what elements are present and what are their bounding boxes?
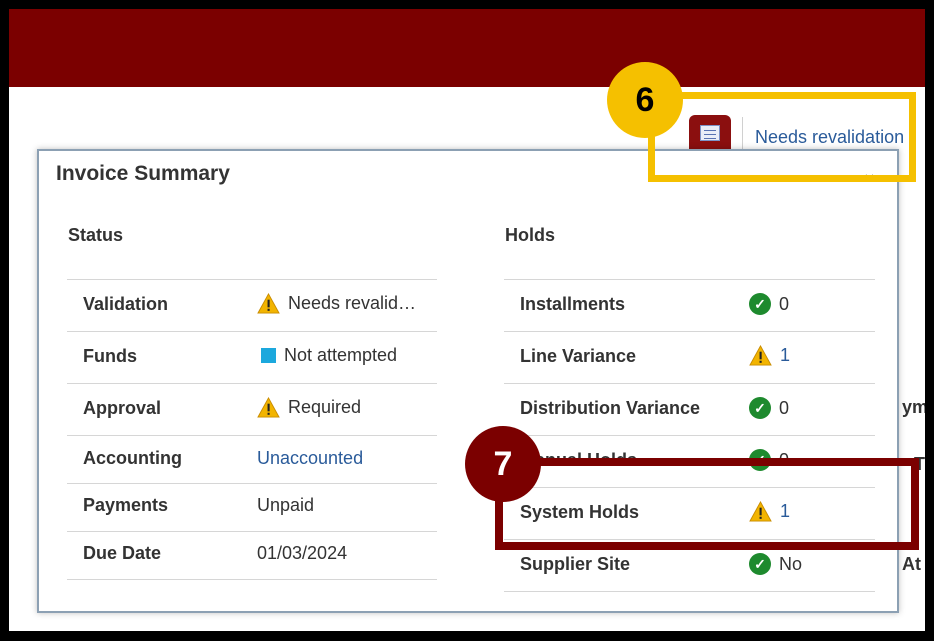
row-value: 01/03/2024: [257, 543, 348, 563]
panel-title: Invoice Summary: [56, 162, 230, 185]
row-value: No: [779, 553, 803, 574]
status-row-payments: Payments Unpaid: [67, 483, 437, 531]
status-row-accounting: Accounting Unaccounted: [67, 435, 437, 483]
holds-row-line-variance: Line Variance 1: [504, 331, 875, 383]
line-variance-count-link[interactable]: 1: [780, 345, 790, 366]
status-row-funds: Funds Not attempted: [67, 331, 437, 383]
divider: [67, 579, 437, 580]
row-label: Due Date: [83, 543, 162, 563]
side-label-fragment: ym: [902, 397, 925, 417]
row-label: Line Variance: [520, 346, 637, 366]
callout-marker: 6: [607, 62, 683, 138]
row-label: Approval: [83, 398, 162, 418]
divider: [504, 591, 875, 592]
warning-icon: [257, 397, 280, 418]
check-icon: ✓: [749, 293, 771, 315]
row-label: Payments: [83, 495, 169, 515]
status-row-validation: Validation Needs revalid…: [67, 279, 437, 331]
row-label: Funds: [83, 346, 137, 366]
row-value: Not attempted: [284, 345, 398, 365]
row-value: 0: [779, 397, 790, 418]
page: Needs revalidation ym T At Invoice Summa…: [9, 9, 925, 631]
status-heading: Status: [68, 225, 124, 245]
warning-icon: [749, 345, 772, 366]
status-row-due-date: Due Date 01/03/2024: [67, 531, 437, 579]
unaccounted-link[interactable]: Unaccounted: [257, 448, 363, 469]
row-value: Needs revalid…: [288, 293, 417, 313]
status-row-approval: Approval Required: [67, 383, 437, 435]
row-value: Required: [288, 397, 362, 417]
row-label: Accounting: [83, 448, 182, 468]
row-value: Unpaid: [257, 495, 315, 515]
square-icon: [261, 348, 276, 363]
holds-heading: Holds: [505, 225, 556, 245]
row-label: Validation: [83, 294, 169, 314]
row-label: Distribution Variance: [520, 398, 701, 418]
holds-row-distribution-variance: Distribution Variance ✓ 0: [504, 383, 875, 435]
check-icon: ✓: [749, 397, 771, 419]
row-label: Supplier Site: [520, 554, 631, 574]
row-label: Installments: [520, 294, 626, 314]
row-value: 0: [779, 293, 790, 314]
callout-highlight-box: [495, 458, 919, 550]
check-icon: ✓: [749, 553, 771, 575]
callout-marker: 7: [465, 426, 541, 502]
warning-icon: [257, 293, 280, 314]
side-label-fragment: At: [902, 554, 921, 574]
holds-row-installments: Installments ✓ 0: [504, 279, 875, 331]
callout-highlight-box: [648, 92, 916, 182]
app-header-bar: [9, 9, 925, 87]
